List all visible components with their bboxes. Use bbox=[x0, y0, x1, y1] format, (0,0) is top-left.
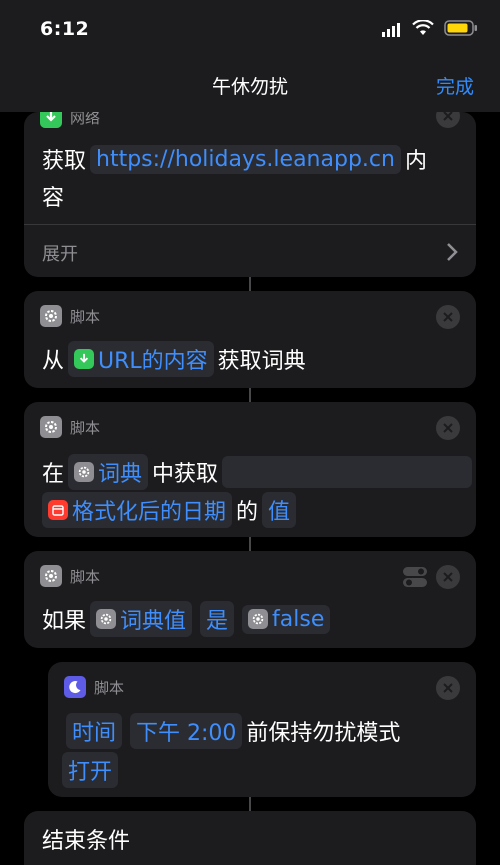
action-category: 网络 bbox=[70, 112, 101, 127]
connector-line bbox=[249, 537, 251, 551]
if-condition-action[interactable]: 脚本 如果 词典值 是 false bbox=[24, 551, 476, 648]
wifi-icon bbox=[412, 19, 434, 40]
divider bbox=[24, 224, 476, 225]
keep-label: 前保持勿扰模式 bbox=[246, 721, 401, 746]
close-icon[interactable] bbox=[436, 416, 460, 440]
from-label: 从 bbox=[42, 349, 65, 374]
action-verb: 获取 bbox=[42, 149, 87, 174]
action-text-line: 如果 词典值 是 false bbox=[42, 601, 334, 637]
on-label: 打开 bbox=[68, 760, 113, 785]
dictionary-token[interactable]: 词典 bbox=[68, 454, 149, 490]
action-header: 脚本 bbox=[40, 305, 100, 327]
action-header: 脚本 bbox=[40, 416, 100, 438]
status-time: 6:12 bbox=[40, 18, 90, 40]
toggle-icon[interactable] bbox=[402, 565, 428, 593]
key-parameter[interactable] bbox=[222, 456, 472, 488]
get-dictionary-value-action[interactable]: 脚本 在 词典 中获取 格式化后的日期 的 值 bbox=[24, 402, 476, 537]
url-value: https://holidays.leanapp.cn bbox=[96, 146, 395, 172]
set-do-not-disturb-action[interactable]: 脚本 时间 下午 2:00 前保持勿扰模式 打开 bbox=[48, 662, 476, 797]
connector-line bbox=[249, 388, 251, 402]
of-label: 的 bbox=[236, 500, 259, 525]
if-label: 如果 bbox=[42, 609, 87, 634]
action-category: 脚本 bbox=[70, 567, 101, 586]
gear-icon bbox=[40, 565, 62, 587]
gear-icon bbox=[40, 416, 62, 438]
action-text-line: 获取 https://holidays.leanapp.cn 内 bbox=[42, 143, 427, 175]
calendar-icon bbox=[48, 500, 68, 520]
on-parameter[interactable]: 打开 bbox=[62, 752, 119, 788]
action-category: 脚本 bbox=[70, 307, 101, 326]
action-text-line-2: 打开 bbox=[62, 752, 122, 788]
action-text-line: 从 URL的内容 获取词典 bbox=[42, 341, 306, 377]
close-icon[interactable] bbox=[436, 565, 460, 589]
url-content-token[interactable]: URL的内容 bbox=[68, 341, 214, 377]
end-if-action[interactable]: 结束条件 bbox=[24, 811, 476, 865]
expand-label[interactable]: 展开 bbox=[42, 240, 78, 266]
moon-icon bbox=[64, 676, 86, 698]
token-label: URL的内容 bbox=[98, 349, 208, 374]
time-value-parameter[interactable]: 下午 2:00 bbox=[130, 713, 243, 749]
time-value: 下午 2:00 bbox=[136, 721, 237, 746]
token-label: 格式化后的日期 bbox=[72, 500, 227, 525]
time-parameter[interactable]: 时间 bbox=[66, 713, 123, 749]
action-header: 网络 bbox=[40, 112, 100, 128]
token-label: 词典值 bbox=[120, 609, 187, 634]
time-label: 时间 bbox=[72, 721, 117, 746]
download-icon bbox=[74, 349, 95, 369]
token-label: false bbox=[272, 606, 325, 632]
in-label: 在 bbox=[42, 462, 65, 487]
connector-line bbox=[249, 277, 251, 291]
close-icon[interactable] bbox=[436, 112, 460, 128]
value-parameter[interactable]: 值 bbox=[262, 492, 297, 528]
signal-icon bbox=[382, 22, 402, 41]
action-header: 脚本 bbox=[40, 565, 100, 587]
action-text-line-2: 容 bbox=[42, 180, 64, 212]
condition-parameter[interactable]: 是 bbox=[200, 601, 235, 637]
chevron-right-icon[interactable] bbox=[446, 242, 458, 266]
action-label: 获取词典 bbox=[217, 349, 306, 374]
condition-label: 是 bbox=[206, 609, 229, 634]
action-header: 脚本 bbox=[64, 676, 124, 698]
get-label: 中获取 bbox=[152, 462, 219, 487]
action-text-line: 在 词典 中获取 bbox=[42, 454, 476, 490]
token-label: 词典 bbox=[98, 462, 143, 487]
action-text-line: 时间 下午 2:00 前保持勿扰模式 bbox=[62, 713, 400, 749]
gear-icon bbox=[74, 462, 95, 482]
false-token[interactable]: false bbox=[242, 604, 331, 634]
formatted-date-token[interactable]: 格式化后的日期 bbox=[42, 492, 233, 528]
get-contents-of-url-action[interactable]: 网络 获取 https://holidays.leanapp.cn 内 容 展开 bbox=[24, 112, 476, 277]
action-suffix-2: 容 bbox=[42, 186, 65, 211]
battery-icon bbox=[444, 20, 478, 40]
gear-icon bbox=[40, 305, 62, 327]
gear-icon bbox=[96, 609, 117, 629]
page-title: 午休勿扰 bbox=[211, 76, 288, 98]
connector-line bbox=[249, 797, 251, 811]
gear-icon bbox=[248, 609, 269, 629]
action-suffix: 内 bbox=[404, 149, 427, 174]
dictionary-value-token[interactable]: 词典值 bbox=[90, 601, 193, 637]
action-category: 脚本 bbox=[70, 418, 101, 437]
done-button[interactable]: 完成 bbox=[436, 72, 474, 99]
get-dictionary-action[interactable]: 脚本 从 URL的内容 获取词典 bbox=[24, 291, 476, 388]
download-icon bbox=[40, 112, 62, 128]
end-if-label: 结束条件 bbox=[42, 829, 131, 854]
close-icon[interactable] bbox=[436, 676, 460, 700]
url-parameter[interactable]: https://holidays.leanapp.cn bbox=[90, 144, 401, 174]
action-category: 脚本 bbox=[94, 678, 125, 697]
close-icon[interactable] bbox=[436, 305, 460, 329]
action-text-line-2: 格式化后的日期 的 值 bbox=[42, 492, 300, 528]
value-label: 值 bbox=[268, 500, 291, 525]
